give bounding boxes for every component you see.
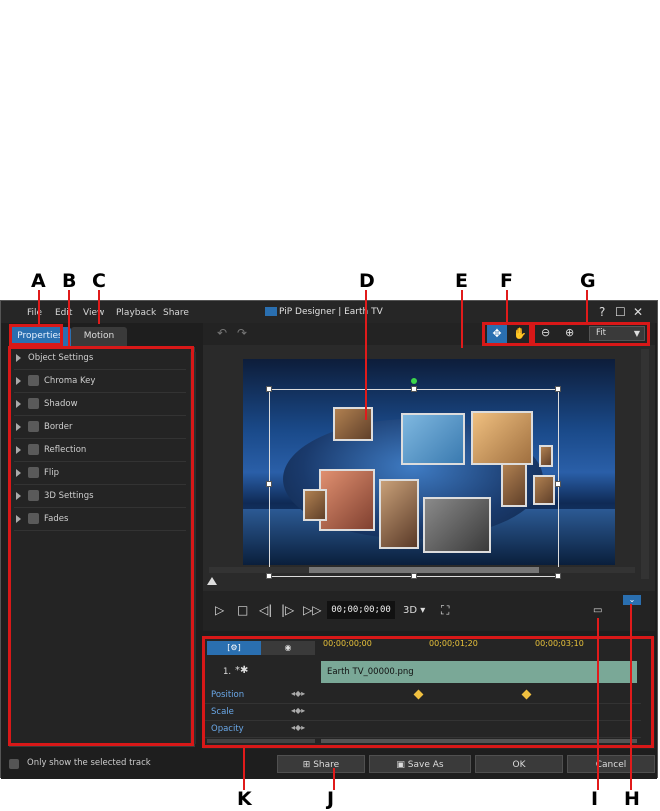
callout-f: F xyxy=(500,270,513,292)
menu-share[interactable]: Share xyxy=(163,308,189,318)
callout-e: E xyxy=(455,270,468,292)
cancel-button[interactable]: Cancel xyxy=(567,755,655,773)
callout-line xyxy=(630,604,632,790)
callout-line xyxy=(365,290,367,420)
redo-icon[interactable]: ↷ xyxy=(237,326,247,340)
highlight-select-tools xyxy=(482,322,532,346)
callout-line xyxy=(68,290,70,346)
resize-handle[interactable] xyxy=(266,481,272,487)
save-icon: ▣ xyxy=(396,760,408,770)
only-selected-checkbox[interactable] xyxy=(9,759,19,769)
undo-icon[interactable]: ↶ xyxy=(217,326,227,340)
tab-motion[interactable]: Motion xyxy=(71,327,127,346)
resize-handle[interactable] xyxy=(411,573,417,579)
resize-handle[interactable] xyxy=(555,573,561,579)
resize-handle[interactable] xyxy=(266,573,272,579)
save-as-button[interactable]: ▣ Save As xyxy=(369,755,471,773)
resize-handle[interactable] xyxy=(555,481,561,487)
play-icon[interactable]: ▷ xyxy=(215,603,224,617)
callout-g: G xyxy=(580,270,596,292)
maximize-icon[interactable]: ☐ xyxy=(615,305,626,319)
callout-line xyxy=(38,290,40,324)
resize-handle[interactable] xyxy=(411,386,417,392)
playhead-marker-icon[interactable] xyxy=(207,577,217,585)
previous-frame-icon[interactable]: ◁| xyxy=(259,603,272,617)
safe-zone-icon[interactable]: ▭ xyxy=(593,605,602,616)
highlight-timeline xyxy=(202,636,654,748)
resize-handle[interactable] xyxy=(555,386,561,392)
resize-handle[interactable] xyxy=(266,386,272,392)
highlight-properties-tab xyxy=(9,324,63,346)
expand-timeline-button[interactable]: ⌄ xyxy=(623,595,641,605)
next-frame-icon[interactable]: |▷ xyxy=(281,603,294,617)
stop-icon[interactable]: □ xyxy=(237,603,248,617)
callout-i: I xyxy=(591,788,599,810)
highlight-properties-panel xyxy=(8,346,194,746)
callout-line xyxy=(243,748,245,790)
callout-d: D xyxy=(359,270,375,292)
bottom-bar: Only show the selected track ⊞ Share ▣ S… xyxy=(1,751,657,779)
menu-playback[interactable]: Playback xyxy=(116,308,156,318)
callout-b: B xyxy=(62,270,77,292)
callout-line xyxy=(461,290,463,348)
callout-line xyxy=(586,290,588,322)
callout-line xyxy=(597,618,599,790)
selection-box[interactable] xyxy=(266,378,561,579)
callout-k: K xyxy=(237,788,252,810)
3d-mode-button[interactable]: 3D ▾ xyxy=(403,605,425,616)
ok-button[interactable]: OK xyxy=(475,755,563,773)
scroll-thumb[interactable] xyxy=(309,567,539,573)
share-button[interactable]: ⊞ Share xyxy=(277,755,365,773)
rotate-handle[interactable] xyxy=(411,378,417,384)
callout-h: H xyxy=(624,788,640,810)
only-selected-label: Only show the selected track xyxy=(27,758,151,768)
timecode-display[interactable]: 00;00;00;00 xyxy=(327,601,395,619)
fullscreen-icon[interactable]: ⛶ xyxy=(441,603,449,618)
callout-c: C xyxy=(92,270,106,292)
share-icon: ⊞ xyxy=(302,760,314,770)
playback-controls: ▷ □ ◁| |▷ ▷▷ 00;00;00;00 3D ▾ ⛶ ▭ ⌄ xyxy=(203,591,655,631)
window-title: PiP Designer | Earth TV xyxy=(279,307,383,317)
menu-view[interactable]: View xyxy=(83,308,104,318)
preview-horizontal-scrollbar[interactable] xyxy=(209,567,635,573)
preview-area: ↶ ↷ ✥ ✋ ⊖ ⊕ Fit ▼ xyxy=(203,323,655,623)
fast-forward-icon[interactable]: ▷▷ xyxy=(303,603,321,617)
callout-line xyxy=(333,768,335,790)
app-logo-icon xyxy=(265,307,277,316)
callout-line xyxy=(98,290,100,324)
callout-a: A xyxy=(31,270,46,292)
help-icon[interactable]: ? xyxy=(599,305,605,319)
callout-line xyxy=(506,290,508,322)
close-icon[interactable]: ✕ xyxy=(633,305,643,319)
callout-j: J xyxy=(327,788,335,810)
highlight-zoom-tools xyxy=(532,322,650,346)
preview-vertical-scrollbar[interactable] xyxy=(641,349,649,579)
